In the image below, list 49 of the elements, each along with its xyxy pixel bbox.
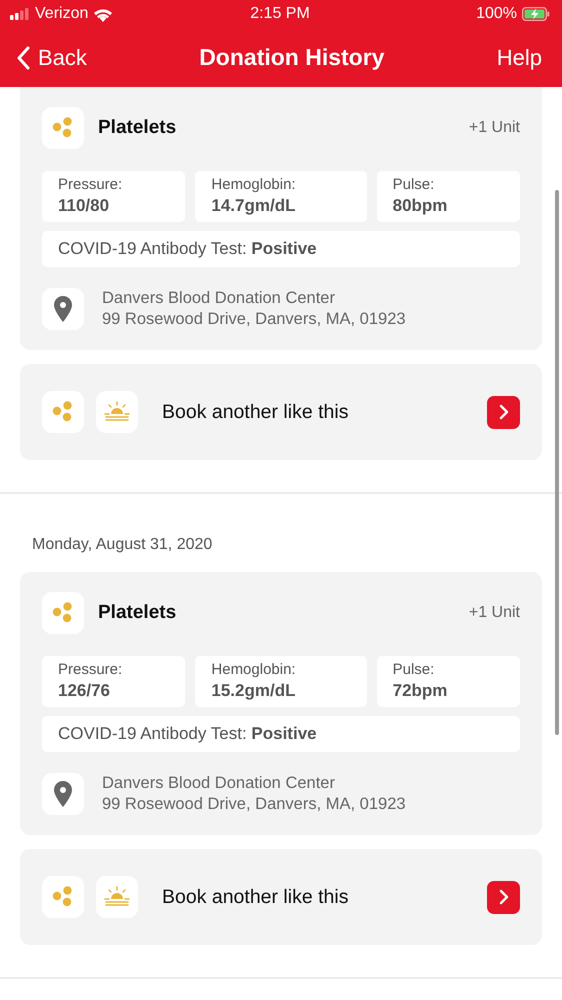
antibody-test-result: COVID-19 Antibody Test: Positive bbox=[58, 239, 317, 258]
center-name: Danvers Blood Donation Center bbox=[102, 774, 336, 793]
location-pin-icon bbox=[42, 288, 84, 330]
metric-label: Hemoglobin: bbox=[211, 176, 297, 193]
book-again-card[interactable]: Book another like this bbox=[20, 364, 542, 460]
back-chevron-icon bbox=[16, 46, 30, 70]
antibody-test-result: COVID-19 Antibody Test: Positive bbox=[58, 724, 317, 743]
donation-type: Platelets bbox=[98, 117, 178, 139]
metric-value: 126/76 bbox=[58, 681, 111, 701]
chevron-right-icon bbox=[498, 889, 510, 905]
wifi-icon bbox=[93, 6, 114, 22]
chevron-right-icon bbox=[498, 404, 510, 420]
book-again-card[interactable]: Book another like this bbox=[20, 849, 542, 945]
metric-value: 110/80 bbox=[58, 196, 110, 216]
sunrise-icon bbox=[96, 876, 138, 918]
signal-icon bbox=[10, 8, 30, 20]
dots-icon bbox=[42, 391, 84, 433]
unit-count: +1 Unit bbox=[468, 119, 520, 137]
center-address: 99 Rosewood Drive, Danvers, MA, 01923 bbox=[102, 310, 406, 329]
book-again-label: Book another like this bbox=[162, 886, 350, 908]
location-pin-icon bbox=[42, 773, 84, 815]
donation-type: Platelets bbox=[98, 602, 178, 624]
dots-icon bbox=[42, 592, 84, 634]
metric-value: 14.7gm/dL bbox=[211, 196, 296, 216]
dots-icon bbox=[42, 876, 84, 918]
center-address: 99 Rosewood Drive, Danvers, MA, 01923 bbox=[102, 795, 406, 814]
help-button[interactable]: Help bbox=[496, 44, 542, 70]
battery-charging-icon bbox=[522, 7, 550, 21]
metric-label: Pulse: bbox=[392, 176, 436, 193]
dots-icon bbox=[42, 107, 84, 149]
back-button[interactable]: Back bbox=[16, 44, 87, 70]
unit-count: +1 Unit bbox=[468, 604, 520, 622]
book-again-label: Book another like this bbox=[162, 400, 350, 424]
sunrise-icon bbox=[96, 391, 138, 433]
metric-label: Hemoglobin: bbox=[211, 661, 297, 678]
page-title: Donation History bbox=[199, 44, 384, 71]
center-name: Danvers Blood Donation Center bbox=[102, 289, 336, 308]
metric-label: Pulse: bbox=[392, 661, 436, 678]
status-time: 2:15 PM bbox=[250, 5, 310, 23]
metric-value: 15.2gm/dL bbox=[211, 681, 296, 701]
metric-value: 72bpm bbox=[392, 681, 448, 701]
chevron-button[interactable] bbox=[487, 880, 520, 914]
donation-date: Monday, August 31, 2020 bbox=[31, 535, 214, 555]
metric-value: 80bpm bbox=[392, 196, 448, 216]
metric-label: Pressure: bbox=[58, 176, 124, 193]
battery-percent: 100% bbox=[476, 5, 517, 23]
carrier-name: Verizon bbox=[35, 5, 88, 23]
chevron-button[interactable] bbox=[487, 396, 520, 428]
metric-label: Pressure: bbox=[58, 661, 124, 678]
